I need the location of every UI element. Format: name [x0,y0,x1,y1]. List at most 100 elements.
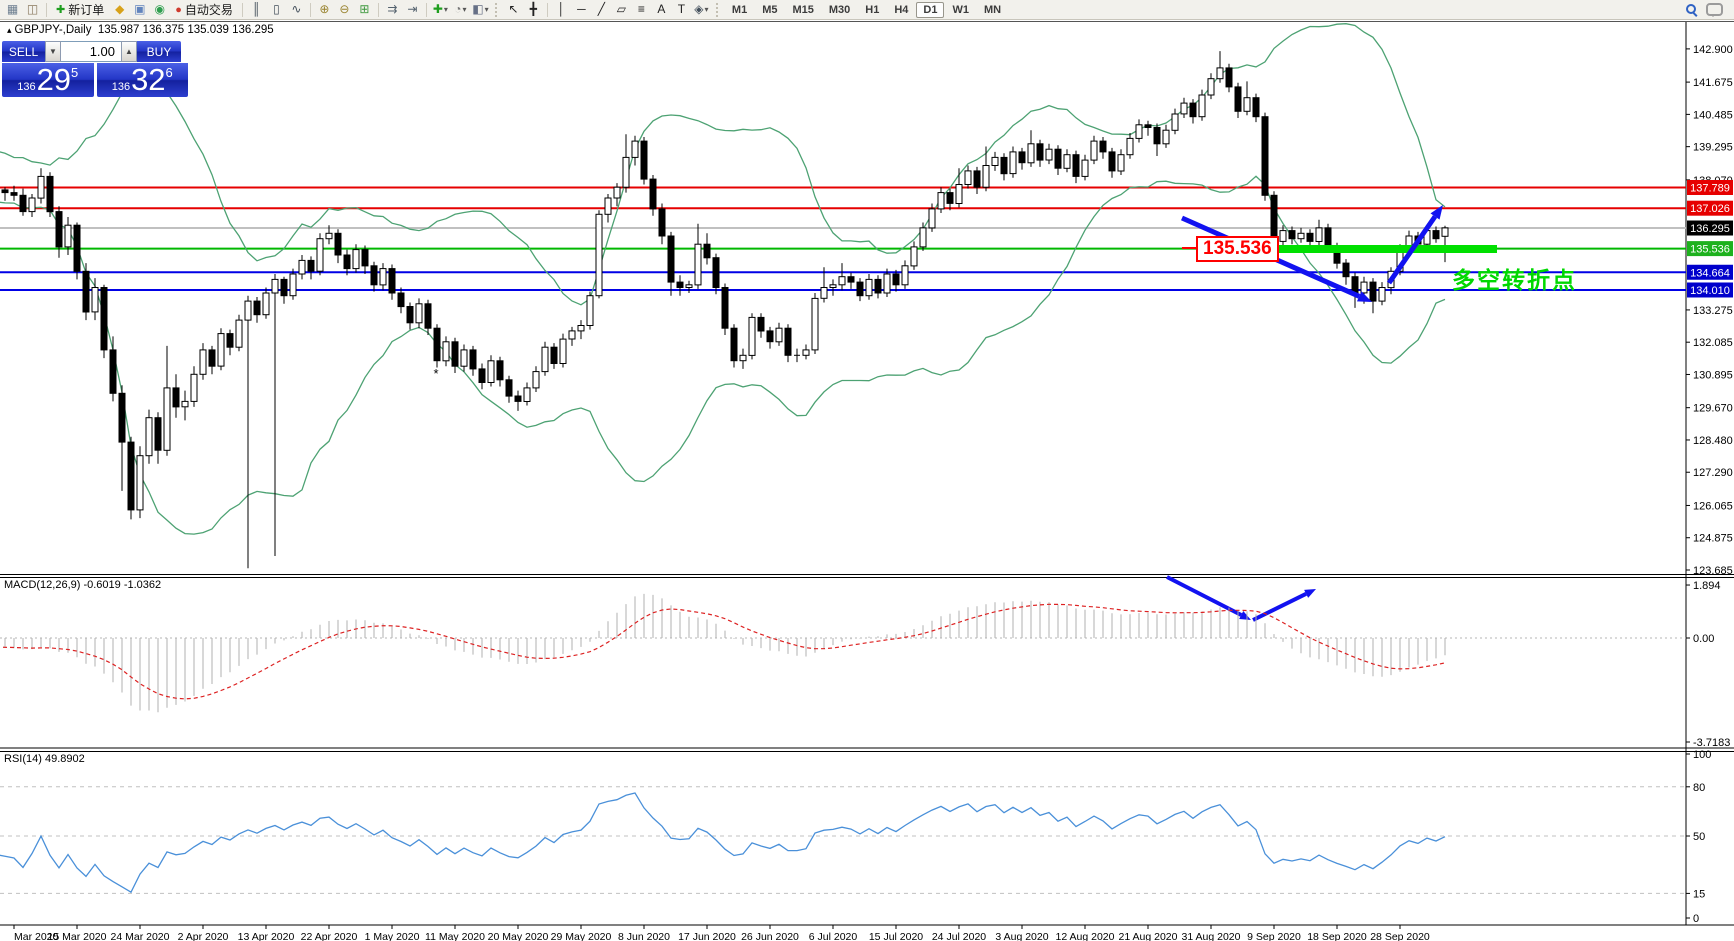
timeframe-d1[interactable]: D1 [916,2,944,18]
profiles-icon[interactable]: ◫ [23,1,42,18]
rsi-line [0,793,1445,892]
svg-text:0: 0 [1693,913,1699,925]
svg-text:128.480: 128.480 [1693,435,1733,447]
svg-text:132.085: 132.085 [1693,337,1733,349]
signals-icon[interactable]: ◉ [150,1,169,18]
timeframe-mn[interactable]: MN [977,2,1008,18]
autotrading-button-label: 自动交易 [185,1,233,18]
macd-signal-line [0,604,1445,699]
timeframe-m1[interactable]: M1 [725,2,754,18]
cursor-icon[interactable]: ↖ [504,1,523,18]
svg-text:8 Jun 2020: 8 Jun 2020 [618,931,670,941]
svg-text:140.485: 140.485 [1693,109,1733,121]
toolbar-grip[interactable] [495,3,499,17]
svg-text:141.675: 141.675 [1693,77,1733,89]
date-axis[interactable]: Mar 202015 Mar 202024 Mar 20202 Apr 2020… [14,925,1430,941]
chart-canvas[interactable]: *142.900141.675140.485139.295138.070133.… [0,0,1734,941]
svg-text:100: 100 [1693,749,1711,761]
support-line-dash [1182,247,1196,249]
svg-text:13 Apr 2020: 13 Apr 2020 [238,931,295,941]
price-axis[interactable]: 142.900141.675140.485139.295138.070133.2… [1686,44,1733,925]
svg-text:17 Jun 2020: 17 Jun 2020 [678,931,736,941]
candles [0,51,1448,568]
svg-text:80: 80 [1693,782,1705,794]
search-icon[interactable] [1685,3,1698,16]
candlestick-chart-icon[interactable]: ▯ [267,1,286,18]
dropdown-caret-icon: ▾ [444,1,448,18]
svg-text:1.894: 1.894 [1693,580,1721,592]
line-chart-icon[interactable]: ∿ [287,1,306,18]
chart-shift-icon[interactable]: ⇥ [403,1,422,18]
new-chart-icon[interactable]: ▦ [3,1,22,18]
new-order-button-label: 新订单 [68,1,104,18]
timeframe-m15[interactable]: M15 [785,2,820,18]
zoom-in-icon[interactable]: ⊕ [315,1,334,18]
svg-text:127.290: 127.290 [1693,467,1733,479]
trendline-icon[interactable]: ╱ [592,1,611,18]
horizontal-line-icon[interactable]: ─ [572,1,591,18]
templates-icon[interactable]: ◧▾ [471,1,490,18]
svg-text:2 Apr 2020: 2 Apr 2020 [178,931,229,941]
volume-increase-button[interactable]: ▲ [121,41,137,62]
buy-button[interactable]: BUY [137,41,181,62]
svg-text:-3.7183: -3.7183 [1693,737,1730,749]
svg-text:24 Jul 2020: 24 Jul 2020 [932,931,986,941]
sell-price-button[interactable]: 136 29 5 [2,63,94,97]
chat-icon[interactable] [1706,3,1723,16]
one-click-trading-panel: SELL ▼ 1.00 ▲ BUY 136 29 5 136 32 6 [2,41,188,97]
fibonacci-icon[interactable]: ≡ [632,1,651,18]
svg-text:0.00: 0.00 [1693,633,1714,645]
buy-price-button[interactable]: 136 32 6 [97,63,189,97]
timeframe-w1[interactable]: W1 [945,2,976,18]
chart-symbol-period: GBPJPY-,Daily [15,24,92,36]
autotrading-button[interactable]: ●自动交易 [170,1,238,18]
chart-ohlc-values: 135.987 136.375 135.039 136.295 [98,24,274,36]
new-order-button[interactable]: ✚新订单 [51,1,109,18]
toolbar-grip[interactable] [716,3,720,17]
toolbar-separator [242,3,243,17]
timeframe-m5[interactable]: M5 [755,2,784,18]
volume-decrease-button[interactable]: ▼ [45,41,61,62]
text-label-icon[interactable]: T [672,1,691,18]
crosshair-icon[interactable]: ╋ [524,1,543,18]
volume-input[interactable]: 1.00 [61,41,121,62]
autoscroll-icon[interactable]: ⇉ [383,1,402,18]
bar-chart-icon[interactable]: ║ [247,1,266,18]
price-marker-label: 137.789 [1690,183,1730,195]
period-clock-icon[interactable]: ◔▾ [451,1,470,18]
toolbar-separator [426,3,427,17]
equidistant-channel-icon[interactable]: ▱ [612,1,631,18]
svg-text:12 Aug 2020: 12 Aug 2020 [1056,931,1115,941]
trend-arrows[interactable] [1167,205,1443,620]
svg-text:139.295: 139.295 [1693,142,1733,154]
svg-text:50: 50 [1693,831,1705,843]
toolbar-separator [547,3,548,17]
toolbar-separator [46,3,47,17]
expand-triangle-icon[interactable]: ▴ [7,25,12,35]
zoom-out-icon[interactable]: ⊖ [335,1,354,18]
add-indicator-icon[interactable]: ✚▾ [431,1,450,18]
timeframe-h4[interactable]: H4 [887,2,915,18]
timeframe-m30[interactable]: M30 [822,2,857,18]
buy-price-big: 32 [131,63,165,96]
svg-text:22 Apr 2020: 22 Apr 2020 [301,931,358,941]
svg-text:124.875: 124.875 [1693,533,1733,545]
text-icon[interactable]: A [652,1,671,18]
star-marker: * [433,366,438,381]
svg-text:130.895: 130.895 [1693,369,1733,381]
metaeditor-icon[interactable]: ▣ [130,1,149,18]
turning-point-note[interactable]: 多空转折点 [1452,261,1577,295]
terminal-box-icon[interactable]: ◆ [110,1,129,18]
svg-text:133.275: 133.275 [1693,305,1733,317]
sell-button[interactable]: SELL [2,41,45,62]
new-order-icon: ✚ [56,3,65,16]
arrows-objects-icon[interactable]: ◈▾ [692,1,711,18]
vertical-line-icon[interactable]: │ [552,1,571,18]
support-price-label[interactable]: 135.536 [1196,236,1279,262]
dropdown-caret-icon: ▾ [705,1,709,18]
tile-windows-icon[interactable]: ⊞ [355,1,374,18]
support-trendline[interactable] [1279,245,1497,253]
timeframe-h1[interactable]: H1 [858,2,886,18]
panel-frames [0,22,1734,926]
svg-text:20 May 2020: 20 May 2020 [488,931,549,941]
